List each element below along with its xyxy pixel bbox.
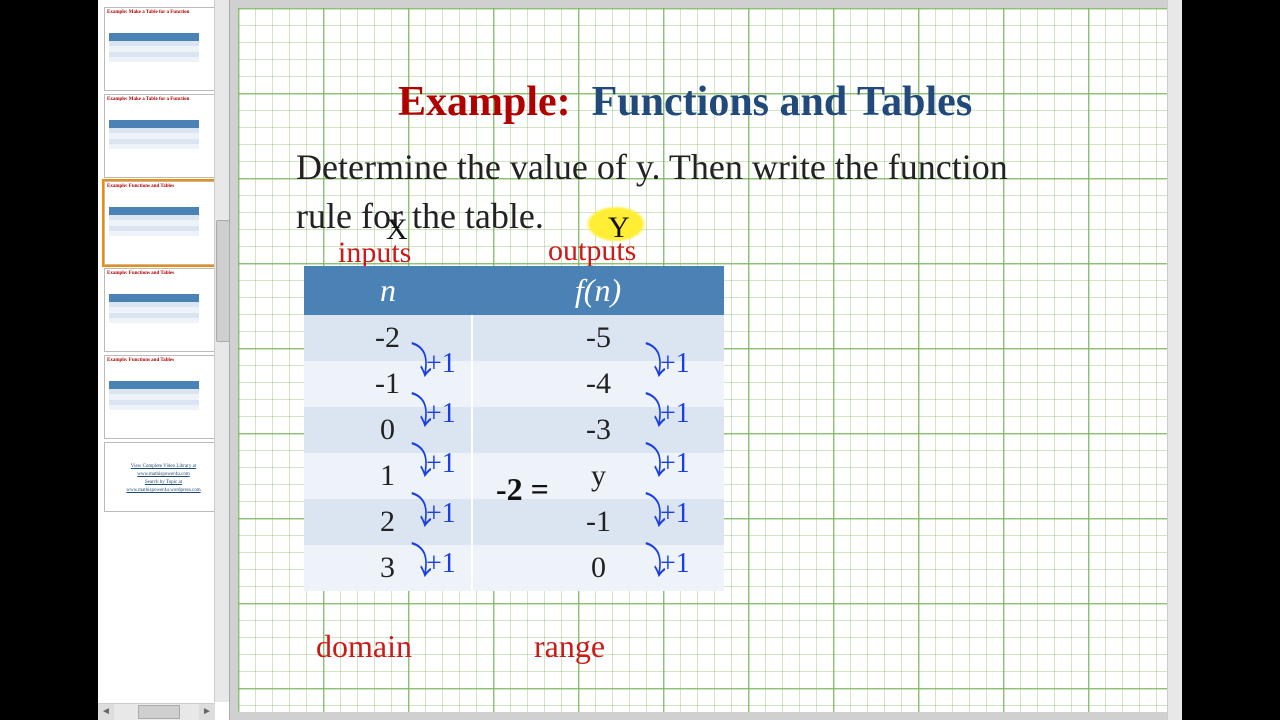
slide-thumbnails-panel: Example: Make a Table for a Function Exa…: [98, 0, 230, 720]
thumbnail-2[interactable]: Example: Make a Table for a Function: [104, 94, 223, 178]
annotation-inputs: inputs: [338, 236, 411, 270]
thumbnail-6[interactable]: View Complete Video Library at www.mathi…: [104, 442, 223, 512]
title-heading: Functions and Tables: [581, 79, 972, 125]
slide-title: Example: Functions and Tables: [398, 78, 972, 126]
thumbnail-5[interactable]: Example: Functions and Tables: [104, 355, 223, 439]
scroll-left-icon[interactable]: ◄: [98, 704, 114, 720]
scroll-right-icon[interactable]: ►: [199, 704, 215, 720]
thumbnails-horizontal-scrollbar[interactable]: ◄ ►: [98, 703, 215, 720]
slide-stage: Example: Functions and Tables Determine …: [230, 0, 1182, 720]
thumbnail-1[interactable]: Example: Make a Table for a Function: [104, 7, 223, 91]
stage-vertical-scrollbar[interactable]: [1167, 0, 1182, 720]
thumbnail-3-selected[interactable]: Example: Functions and Tables: [104, 181, 223, 265]
col-header-n: n: [304, 266, 472, 315]
title-example-label: Example:: [398, 79, 571, 125]
annotation-domain: domain: [316, 628, 412, 665]
col-header-fn: f(n): [472, 266, 724, 315]
annotation-range: range: [534, 628, 605, 665]
step-annotations-fn: ⤵+1 ⤵+1 ⤵+1 ⤵+1 ⤵+1: [660, 348, 690, 598]
instruction-text: Determine the value of y. Then write the…: [296, 143, 1056, 240]
app-window: Example: Make a Table for a Function Exa…: [98, 0, 1182, 720]
scrollbar-grip[interactable]: [216, 220, 230, 342]
slide-canvas: Example: Functions and Tables Determine …: [238, 8, 1174, 712]
step-annotations-n: ⤵+1 ⤵+1 ⤵+1 ⤵+1 ⤵+1: [426, 348, 456, 598]
annotation-outputs: outputs: [548, 234, 636, 268]
scrollbar-grip[interactable]: [138, 705, 180, 719]
annotation-y-equals: -2 =: [496, 471, 549, 508]
thumbnail-4[interactable]: Example: Functions and Tables: [104, 268, 223, 352]
thumbnails-vertical-scrollbar[interactable]: [214, 0, 229, 702]
